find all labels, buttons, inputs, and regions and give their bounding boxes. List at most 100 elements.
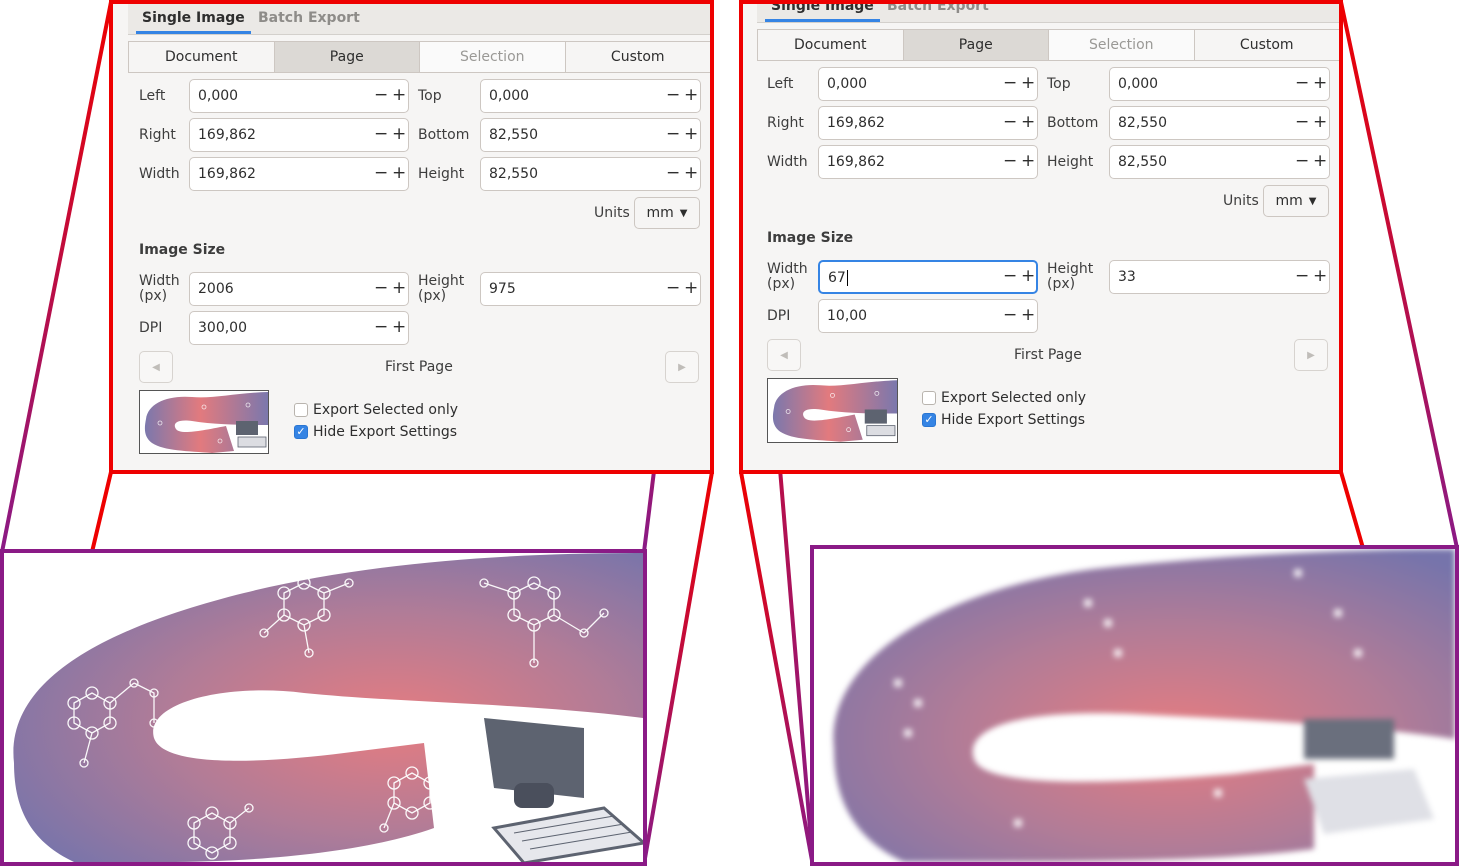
tab-single-image[interactable]: Single Image: [765, 4, 880, 22]
area-custom-button[interactable]: Custom: [564, 41, 710, 73]
checkmark-icon: ✓: [296, 425, 306, 438]
height-px-spinbox[interactable]: 33 − +: [1109, 260, 1330, 294]
decrement-icon[interactable]: −: [374, 124, 388, 144]
top-spinbox[interactable]: 0,000 − +: [1109, 67, 1330, 101]
checkmark-icon: ✓: [924, 413, 934, 426]
height-spinbox[interactable]: 82,550 − +: [1109, 145, 1330, 179]
increment-icon[interactable]: +: [1313, 266, 1327, 286]
decrement-icon[interactable]: −: [1003, 112, 1017, 132]
export-selected-only-label: Export Selected only: [313, 402, 459, 418]
decrement-icon[interactable]: −: [1295, 73, 1309, 93]
decrement-icon[interactable]: −: [666, 163, 680, 183]
increment-icon[interactable]: +: [684, 278, 698, 298]
tab-batch-export[interactable]: Batch Export: [887, 4, 989, 14]
left-spinbox[interactable]: 0,000 − +: [189, 79, 409, 113]
next-page-button[interactable]: ▶: [665, 351, 699, 383]
hide-export-settings-checkbox[interactable]: ✓: [294, 425, 308, 439]
height-px-value: 975: [489, 281, 516, 297]
chevron-right-icon: ▶: [678, 361, 686, 373]
increment-icon[interactable]: +: [1021, 73, 1035, 93]
increment-icon[interactable]: +: [684, 124, 698, 144]
increment-icon[interactable]: +: [392, 278, 406, 298]
increment-icon[interactable]: +: [684, 85, 698, 105]
increment-icon[interactable]: +: [392, 85, 406, 105]
units-dropdown[interactable]: mm ▼: [1263, 185, 1329, 217]
export-selected-only-checkbox[interactable]: [922, 391, 936, 405]
dpi-spinbox[interactable]: 10,00 − +: [818, 299, 1038, 333]
top-spinbox[interactable]: 0,000 − +: [480, 79, 701, 113]
increment-icon[interactable]: +: [1313, 73, 1327, 93]
right-label: Right: [139, 127, 176, 143]
decrement-icon[interactable]: −: [666, 124, 680, 144]
previous-page-button[interactable]: ◀: [767, 339, 801, 371]
width-px-spinbox[interactable]: 67 − +: [818, 260, 1038, 294]
height-px-value: 33: [1118, 269, 1136, 285]
increment-icon[interactable]: +: [392, 124, 406, 144]
decrement-icon[interactable]: −: [1295, 151, 1309, 171]
width-px-value: 67: [828, 270, 848, 286]
left-value: 0,000: [827, 76, 868, 92]
height-spinbox[interactable]: 82,550 − +: [480, 157, 701, 191]
area-selection-button[interactable]: Selection: [1048, 29, 1195, 61]
previous-page-button[interactable]: ◀: [139, 351, 173, 383]
export-selected-only-checkbox[interactable]: [294, 403, 308, 417]
tab-single-image[interactable]: Single Image: [136, 10, 251, 34]
decrement-icon[interactable]: −: [1003, 305, 1017, 325]
dpi-label: DPI: [139, 320, 163, 336]
decrement-icon[interactable]: −: [374, 163, 388, 183]
chevron-left-icon: ◀: [152, 361, 160, 373]
decrement-icon[interactable]: −: [374, 317, 388, 337]
page-name-label: First Page: [1014, 347, 1082, 363]
image-size-heading: Image Size: [139, 242, 226, 258]
export-result-low-res: [810, 545, 1459, 866]
export-preview-thumbnail: [767, 378, 898, 443]
area-selection-button[interactable]: Selection: [419, 41, 566, 73]
units-dropdown[interactable]: mm ▼: [634, 197, 700, 229]
hide-export-settings-checkbox[interactable]: ✓: [922, 413, 936, 427]
area-document-button[interactable]: Document: [128, 41, 275, 73]
dpi-spinbox[interactable]: 300,00 − +: [189, 311, 409, 345]
bottom-spinbox[interactable]: 82,550 − +: [480, 118, 701, 152]
width-value: 169,862: [198, 166, 256, 182]
increment-icon[interactable]: +: [1021, 266, 1035, 286]
hide-export-settings-label: Hide Export Settings: [941, 412, 1086, 428]
export-preview-thumbnail: [139, 390, 269, 454]
area-page-button[interactable]: Page: [902, 29, 1049, 61]
tab-batch-export[interactable]: Batch Export: [258, 10, 360, 26]
bottom-label: Bottom: [418, 127, 470, 143]
area-page-button[interactable]: Page: [273, 41, 420, 73]
increment-icon[interactable]: +: [1313, 112, 1327, 132]
decrement-icon[interactable]: −: [1295, 112, 1309, 132]
height-value: 82,550: [1118, 154, 1167, 170]
width-px-label: Width (px): [767, 261, 808, 292]
increment-icon[interactable]: +: [1021, 305, 1035, 325]
width-spinbox[interactable]: 169,862 − +: [818, 145, 1038, 179]
increment-icon[interactable]: +: [1021, 112, 1035, 132]
area-document-button[interactable]: Document: [757, 29, 904, 61]
right-spinbox[interactable]: 169,862 − +: [189, 118, 409, 152]
next-page-button[interactable]: ▶: [1294, 339, 1328, 371]
page-name-label: First Page: [385, 359, 453, 375]
right-value: 169,862: [827, 115, 885, 131]
increment-icon[interactable]: +: [392, 163, 406, 183]
decrement-icon[interactable]: −: [374, 278, 388, 298]
decrement-icon[interactable]: −: [374, 85, 388, 105]
width-spinbox[interactable]: 169,862 − +: [189, 157, 409, 191]
increment-icon[interactable]: +: [684, 163, 698, 183]
decrement-icon[interactable]: −: [666, 278, 680, 298]
decrement-icon[interactable]: −: [1003, 266, 1017, 286]
bottom-spinbox[interactable]: 82,550 − +: [1109, 106, 1330, 140]
decrement-icon[interactable]: −: [1003, 73, 1017, 93]
decrement-icon[interactable]: −: [1295, 266, 1309, 286]
area-custom-button[interactable]: Custom: [1193, 29, 1339, 61]
increment-icon[interactable]: +: [1313, 151, 1327, 171]
left-spinbox[interactable]: 0,000 − +: [818, 67, 1038, 101]
decrement-icon[interactable]: −: [1003, 151, 1017, 171]
increment-icon[interactable]: +: [392, 317, 406, 337]
right-spinbox[interactable]: 169,862 − +: [818, 106, 1038, 140]
height-px-spinbox[interactable]: 975 − +: [480, 272, 701, 306]
width-px-value: 2006: [198, 281, 234, 297]
increment-icon[interactable]: +: [1021, 151, 1035, 171]
width-px-spinbox[interactable]: 2006 − +: [189, 272, 409, 306]
decrement-icon[interactable]: −: [666, 85, 680, 105]
